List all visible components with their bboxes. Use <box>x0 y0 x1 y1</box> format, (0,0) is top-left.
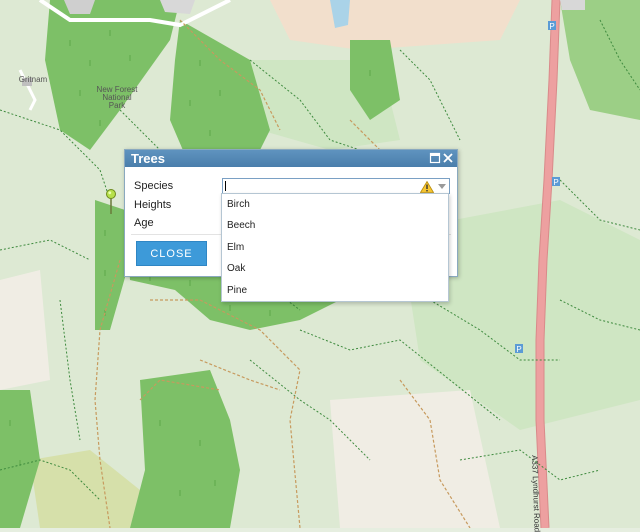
dropdown-option-elm[interactable]: Elm <box>222 237 448 258</box>
road-label: A337 Lyndhurst Road <box>530 454 542 532</box>
dropdown-option-pine[interactable]: Pine <box>222 280 448 301</box>
place-label: Gritnam <box>18 75 48 84</box>
warning-icon <box>420 181 434 193</box>
species-dropdown-list: Birch Beech Elm Oak Pine <box>221 193 449 302</box>
parking-icon: P <box>548 21 556 31</box>
settlement <box>560 0 585 10</box>
species-label: Species <box>134 180 174 192</box>
dropdown-option-oak[interactable]: Oak <box>222 258 448 279</box>
parking-icon: P <box>515 344 523 354</box>
close-x-icon[interactable] <box>442 152 454 164</box>
parking-icon: P <box>552 177 560 187</box>
chevron-down-icon[interactable] <box>438 184 446 190</box>
text-caret <box>225 181 226 191</box>
settlement <box>160 0 195 14</box>
svg-text:P: P <box>549 22 554 31</box>
national-park-label: New Forest National Park <box>96 85 138 110</box>
age-label: Age <box>134 217 154 229</box>
maximize-icon[interactable] <box>429 152 441 164</box>
heath-area <box>330 390 500 528</box>
dropdown-option-beech[interactable]: Beech <box>222 215 448 236</box>
panel-header[interactable]: Trees <box>125 150 457 167</box>
svg-text:P: P <box>553 178 558 187</box>
species-select[interactable] <box>222 178 450 194</box>
dropdown-option-birch[interactable]: Birch <box>222 194 448 215</box>
svg-text:P: P <box>516 345 521 354</box>
close-button[interactable]: CLOSE <box>136 241 207 266</box>
heights-label: Heights <box>134 199 172 211</box>
map-marker-pin-icon[interactable] <box>106 188 118 214</box>
panel-title: Trees <box>131 151 165 166</box>
